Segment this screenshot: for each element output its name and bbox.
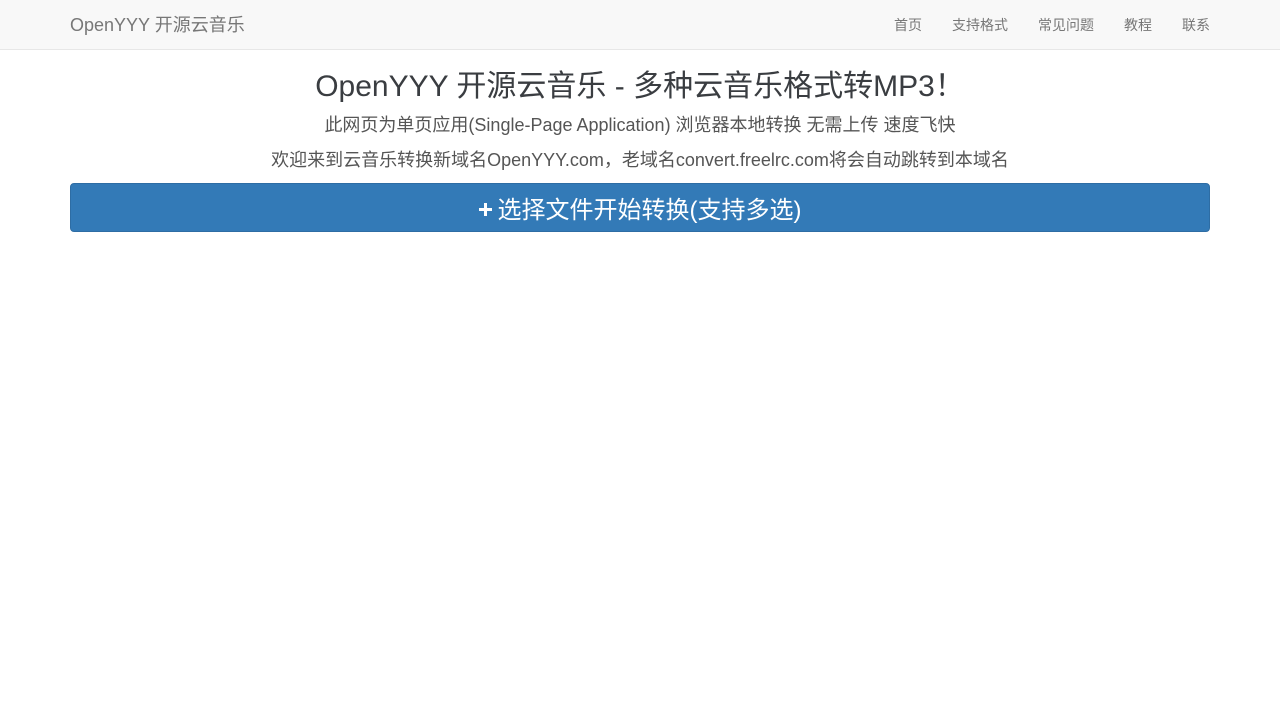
nav-menu: 首页 支持格式 常见问题 教程 联系 [864,0,1210,50]
select-files-button[interactable]: 选择文件开始转换(支持多选) [70,183,1210,232]
page-title: OpenYYY 开源云音乐 - 多种云音乐格式转MP3！ [315,70,965,103]
nav-link-contact[interactable]: 联系 [1182,17,1210,33]
top-navbar: OpenYYY 开源云音乐 首页 支持格式 常见问题 教程 联系 [0,0,1280,50]
plus-icon [478,202,492,216]
nav-item-contact: 联系 [1182,0,1210,50]
navbar-container: OpenYYY 开源云音乐 首页 支持格式 常见问题 教程 联系 [70,0,1210,50]
page-subtitle: 此网页为单页应用(Single-Page Application) 浏览器本地转… [324,115,956,135]
brand-link[interactable]: OpenYYY 开源云音乐 [70,0,245,50]
main-content: OpenYYY 开源云音乐 - 多种云音乐格式转MP3！ 此网页为单页应用(Si… [70,68,1210,232]
nav-link-formats[interactable]: 支持格式 [952,17,1008,33]
nav-link-tutorial[interactable]: 教程 [1124,17,1152,33]
nav-link-faq[interactable]: 常见问题 [1038,17,1094,33]
nav-item-faq: 常见问题 [1038,0,1094,50]
nav-item-tutorial: 教程 [1124,0,1152,50]
nav-item-formats: 支持格式 [952,0,1008,50]
nav-link-home[interactable]: 首页 [894,17,922,33]
select-files-button-label: 选择文件开始转换(支持多选) [497,197,802,224]
nav-item-home: 首页 [894,0,922,50]
domain-notice: 欢迎来到云音乐转换新域名OpenYYY.com，老域名convert.freel… [271,150,1009,170]
